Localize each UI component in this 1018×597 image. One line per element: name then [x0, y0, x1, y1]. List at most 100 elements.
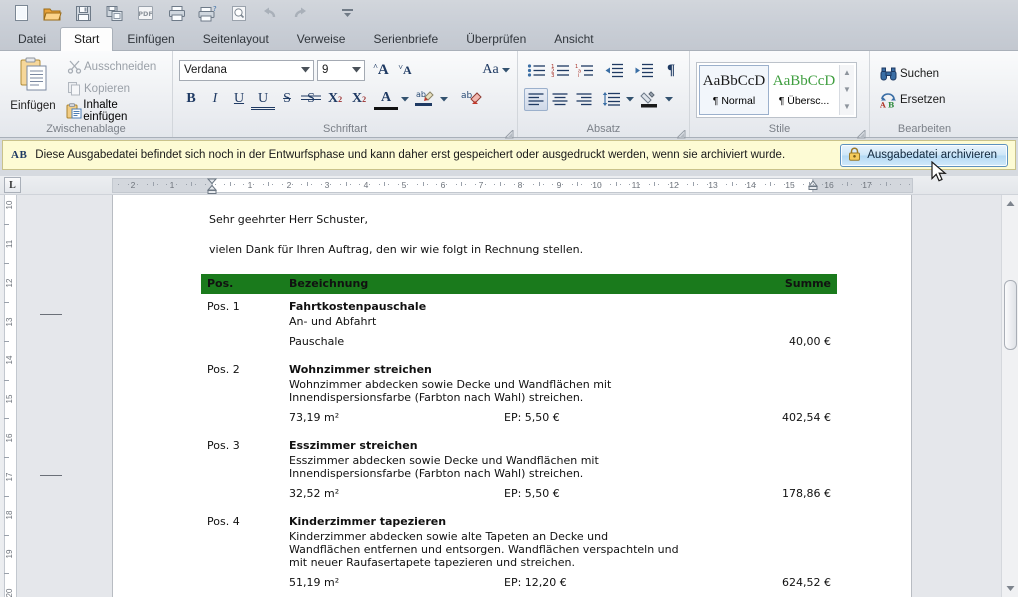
shading-dropdown[interactable] — [662, 88, 675, 111]
double-strikethrough-button[interactable]: S — [299, 88, 323, 111]
decrease-indent-icon[interactable] — [599, 59, 629, 82]
table-row[interactable]: Pos. 1 Fahrtkostenpauschale An- und Abfa… — [201, 294, 837, 328]
align-center-icon[interactable] — [548, 88, 572, 111]
paste-special-button[interactable]: Inhalte einfügen — [62, 99, 166, 123]
scroll-down-icon[interactable] — [1002, 580, 1018, 597]
shading-icon[interactable] — [638, 88, 662, 111]
tab-start[interactable]: Start — [60, 27, 114, 51]
style-normal-sample: AaBbCcD — [702, 72, 766, 89]
styles-scroll-up-icon[interactable]: ▲ — [840, 65, 854, 82]
row-sum: 178,86 € — [782, 487, 831, 500]
vertical-scrollbar[interactable] — [1001, 195, 1018, 597]
show-marks-icon[interactable]: ¶ — [659, 59, 683, 82]
ruler-num: 9 — [556, 180, 562, 190]
line-spacing-icon[interactable] — [599, 88, 623, 111]
table-detail-row[interactable]: Pauschale 40,00 € — [201, 328, 837, 350]
multilevel-list-icon[interactable]: 1ai — [572, 59, 596, 82]
styles-gallery-scrollbar[interactable]: ▲ ▼ ▼ — [839, 64, 854, 115]
tab-seitenlayout[interactable]: Seitenlayout — [189, 27, 283, 51]
font-family-combobox[interactable]: Verdana — [179, 59, 314, 81]
paste-button[interactable]: Einfügen — [6, 55, 60, 122]
ruler-tick — [813, 184, 814, 185]
print-options-icon[interactable]: ? — [192, 1, 223, 25]
table-row[interactable]: Pos. 3 Esszimmer streichen Esszimmer abd… — [201, 426, 837, 480]
align-right-icon[interactable] — [572, 88, 596, 111]
styles-more-icon[interactable]: ▼ — [840, 98, 854, 115]
invoice-table[interactable]: Pos. Bezeichnung Summe Pos. 1 Fahrtkoste… — [201, 274, 837, 591]
vruler-num: 13 — [5, 317, 14, 327]
vertical-ruler[interactable]: 10 11 12 13 14 15 16 17 18 19 20 — [0, 195, 20, 597]
bullet-list-icon[interactable] — [524, 59, 548, 82]
font-color-button[interactable]: A — [374, 89, 398, 110]
tab-serienbriefe[interactable]: Serienbriefe — [359, 27, 452, 51]
svg-text:ab: ab — [461, 91, 473, 101]
increase-indent-icon[interactable] — [629, 59, 659, 82]
shrink-font-button[interactable]: ˅ A — [393, 59, 417, 82]
superscript-button[interactable]: X2 — [347, 88, 371, 111]
font-dialog-launcher[interactable] — [503, 126, 514, 139]
archive-output-file-button[interactable]: Ausgabedatei archivieren — [840, 143, 1008, 167]
customize-toolbar-icon[interactable] — [332, 1, 363, 25]
replace-button[interactable]: A B Ersetzen — [876, 87, 973, 113]
table-detail-row[interactable]: 32,52 m² EP: 5,50 € 178,86 € — [201, 480, 837, 502]
grow-font-button[interactable]: ˄ A — [369, 59, 393, 82]
column-header-sum: Summe — [727, 274, 837, 294]
tab-einfuegen[interactable]: Einfügen — [113, 27, 188, 51]
redo-icon[interactable] — [285, 1, 316, 25]
document-page[interactable]: Sehr geehrter Herr Schuster, vielen Dank… — [40, 195, 912, 597]
document-content[interactable]: Sehr geehrter Herr Schuster, vielen Dank… — [40, 195, 911, 597]
tab-verweise[interactable]: Verweise — [283, 27, 360, 51]
tab-stop-selector-button[interactable]: L — [4, 177, 21, 193]
ruler-tick — [215, 184, 216, 185]
undo-icon[interactable] — [254, 1, 285, 25]
scroll-up-icon[interactable] — [1002, 195, 1018, 212]
new-document-icon[interactable] — [6, 1, 37, 25]
chevron-down-icon[interactable] — [301, 64, 310, 76]
print-preview-icon[interactable] — [223, 1, 254, 25]
change-case-button[interactable]: Aa — [481, 59, 511, 82]
tab-ueberpruefen[interactable]: Überprüfen — [452, 27, 540, 51]
table-detail-row[interactable]: 51,19 m² EP: 12,20 € 624,52 € — [201, 569, 837, 591]
tab-ansicht[interactable]: Ansicht — [540, 27, 607, 51]
copy-button[interactable]: Kopieren — [62, 78, 166, 100]
style-normal[interactable]: AaBbCcD ¶ Normal — [699, 64, 769, 115]
tab-datei[interactable]: Datei — [4, 27, 60, 51]
bold-button[interactable]: B — [179, 88, 203, 111]
horizontal-ruler[interactable]: L 2 1 1 2 3 4 5 6 7 8 9 10 11 12 13 14 1… — [0, 176, 1018, 195]
double-underline-button[interactable]: U — [251, 91, 275, 110]
chevron-down-icon[interactable] — [352, 64, 361, 76]
document-area[interactable]: Sehr geehrter Herr Schuster, vielen Dank… — [20, 195, 1018, 597]
styles-scroll-down-icon[interactable]: ▼ — [840, 81, 854, 98]
paragraph-dialog-launcher[interactable] — [675, 126, 686, 139]
highlight-dropdown[interactable] — [437, 88, 450, 111]
table-row[interactable]: Pos. 2 Wohnzimmer streichen Wohnzimmer a… — [201, 350, 837, 404]
print-icon[interactable] — [161, 1, 192, 25]
ruler-tick — [851, 184, 852, 185]
clear-formatting-button[interactable]: ab — [456, 88, 486, 111]
ruler-tick — [359, 184, 360, 185]
highlight-button[interactable]: ab — [411, 88, 437, 111]
align-left-icon[interactable] — [524, 87, 548, 111]
left-indent-marker[interactable] — [206, 178, 218, 194]
save-icon[interactable] — [68, 1, 99, 25]
ruler-tick — [809, 182, 810, 186]
styles-dialog-launcher[interactable] — [855, 126, 866, 139]
open-folder-icon[interactable] — [37, 1, 68, 25]
numbered-list-icon[interactable]: 123 — [548, 59, 572, 82]
italic-button[interactable]: I — [203, 88, 227, 111]
save-as-icon[interactable] — [99, 1, 130, 25]
line-spacing-dropdown[interactable] — [623, 88, 636, 111]
find-button[interactable]: Suchen — [876, 61, 973, 87]
styles-gallery[interactable]: AaBbCcD ¶ Normal AaBbCcD ¶ Übersc... ▲ ▼… — [696, 61, 857, 118]
style-heading[interactable]: AaBbCcD ¶ Übersc... — [769, 65, 839, 115]
underline-button[interactable]: U — [227, 88, 251, 111]
export-pdf-icon[interactable]: PDF — [130, 1, 161, 25]
subscript-button[interactable]: X2 — [323, 88, 347, 111]
scrollbar-thumb[interactable] — [1004, 280, 1017, 350]
font-size-combobox[interactable]: 9 — [317, 59, 365, 81]
cut-button[interactable]: Ausschneiden — [62, 56, 166, 78]
table-detail-row[interactable]: 73,19 m² EP: 5,50 € 402,54 € — [201, 404, 837, 426]
table-row[interactable]: Pos. 4 Kinderzimmer tapezieren Kinderzim… — [201, 502, 837, 569]
font-color-dropdown[interactable] — [398, 88, 411, 111]
strikethrough-button[interactable]: S — [275, 88, 299, 111]
